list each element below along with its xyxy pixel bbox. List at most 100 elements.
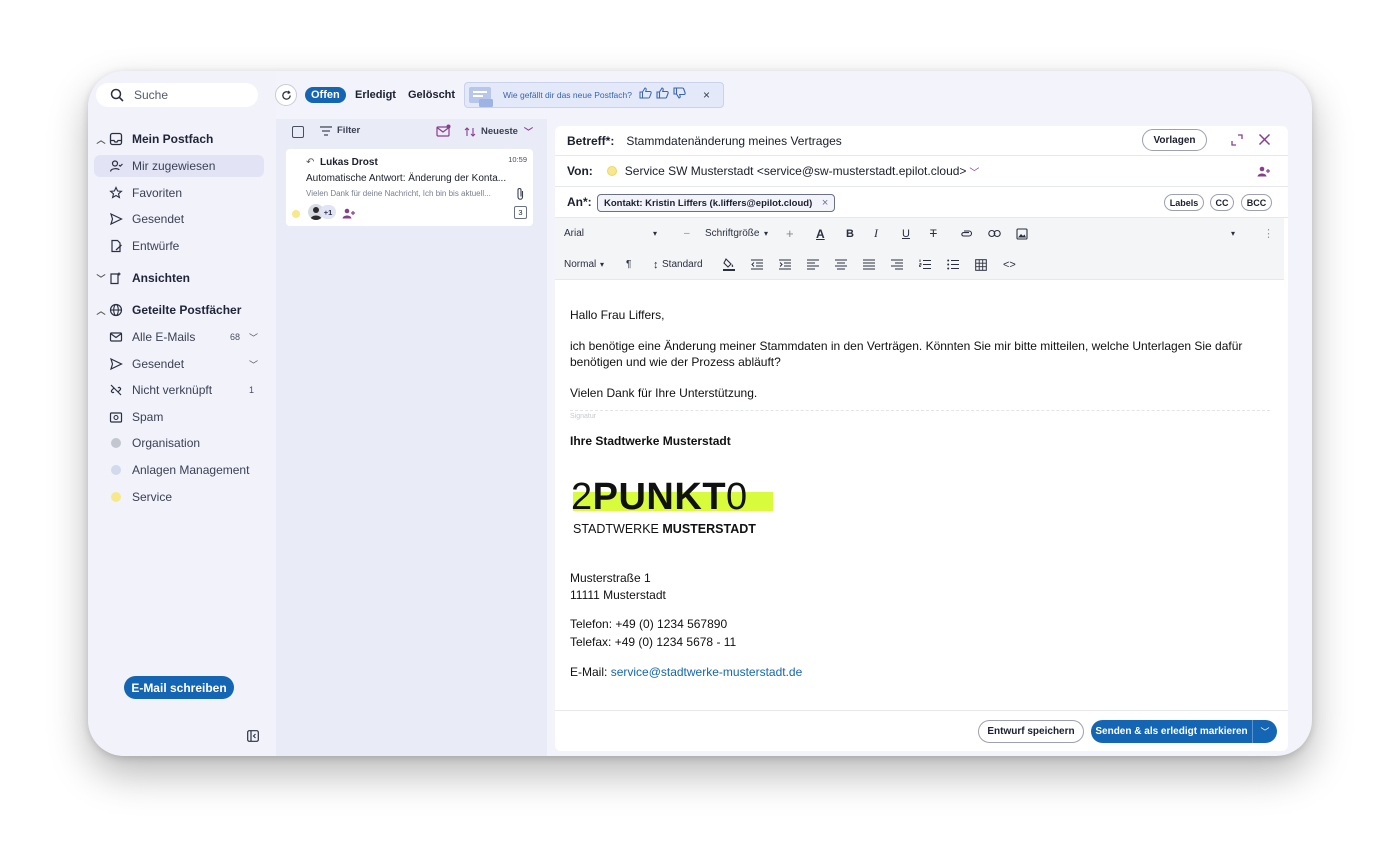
line-height-select[interactable]: Standard [662, 249, 703, 280]
templates-button[interactable]: Vorlagen [1142, 129, 1207, 151]
paragraph-style-select[interactable]: Normal [564, 249, 596, 280]
user-check-icon [108, 158, 124, 174]
italic-icon[interactable]: I [874, 218, 878, 249]
sidebar-item-organisation[interactable]: Organisation [94, 432, 264, 454]
remove-recipient-icon[interactable]: × [822, 197, 828, 209]
strikethrough-icon[interactable]: T [930, 218, 937, 249]
indent-icon[interactable] [779, 249, 791, 280]
align-center-icon[interactable] [835, 249, 847, 280]
expand-icon[interactable] [1231, 134, 1243, 149]
search-input[interactable]: Suche [96, 83, 258, 107]
assign-user-icon[interactable] [342, 206, 355, 224]
chevron-down-icon[interactable]: ﹀ [249, 331, 258, 344]
align-justify-icon[interactable] [863, 249, 875, 280]
font-color-icon[interactable]: A [816, 218, 825, 249]
sidebar-item-anlagen-management[interactable]: Anlagen Management [94, 459, 264, 481]
table-icon[interactable] [975, 249, 987, 280]
sidebar-item-alle-emails[interactable]: Alle E-Mails 68 ﹀ [94, 326, 264, 348]
link-icon[interactable] [988, 218, 1001, 249]
cc-button[interactable]: CC [1210, 194, 1234, 211]
views-icon [108, 270, 124, 286]
filter-button[interactable]: Filter [320, 125, 360, 136]
sort-label: Neueste [481, 126, 518, 137]
font-select[interactable]: Arial [564, 218, 584, 249]
mail-list-panel: Filter Neueste ﹀ ↶ Lukas Drost 10:59 Aut… [276, 119, 547, 756]
close-icon[interactable] [1258, 133, 1271, 149]
thumbs-up-icon[interactable] [656, 86, 670, 104]
sidebar-item-gesendet-shared[interactable]: Gesendet ﹀ [94, 353, 264, 375]
sidebar-item-favoriten[interactable]: Favoriten [94, 182, 264, 204]
tab-offen[interactable]: Offen [305, 87, 346, 103]
send-options-chevron-icon[interactable]: ﹀ [1253, 725, 1277, 738]
unlink-icon [108, 382, 124, 398]
caret-down-icon[interactable]: ▾ [1231, 218, 1235, 249]
chevron-down-icon: ﹀ [96, 273, 106, 284]
ordered-list-icon[interactable] [919, 249, 931, 280]
decrease-size-icon[interactable]: – [684, 218, 690, 249]
code-view-icon[interactable]: <> [1003, 249, 1016, 280]
bullet-list-icon[interactable] [947, 249, 959, 280]
collapse-sidebar-icon[interactable] [247, 729, 259, 747]
caret-down-icon[interactable]: ▾ [764, 218, 768, 249]
attachment-icon[interactable] [960, 218, 973, 249]
from-select[interactable]: Service SW Musterstadt <service@sw-muste… [625, 164, 967, 178]
labels-button[interactable]: Labels [1164, 194, 1204, 211]
bold-icon[interactable]: B [846, 218, 854, 249]
app-window: Suche ︿ Mein Postfach Mir zugewiesen Fav… [88, 71, 1312, 756]
sidebar-item-nicht-verknuepft[interactable]: Nicht verknüpft 1 [94, 379, 264, 401]
tab-erledigt[interactable]: Erledigt [349, 87, 402, 103]
sidebar-item-service[interactable]: Service [94, 486, 264, 508]
avatar-extra-count: +1 [320, 205, 336, 219]
sidebar-item-entwuerfe[interactable]: Entwürfe [94, 235, 264, 257]
recipient-chip[interactable]: Kontakt: Kristin Liffers (k.liffers@epil… [597, 194, 836, 212]
subject-input[interactable]: Stammdatenänderung meines Vertrages [626, 134, 841, 148]
more-options-icon[interactable]: ⋮ [1263, 218, 1274, 249]
chevron-down-icon[interactable]: ﹀ [969, 164, 979, 179]
select-all-checkbox[interactable] [292, 126, 304, 138]
increase-size-icon[interactable]: + [786, 218, 794, 249]
underline-icon[interactable]: U [902, 218, 910, 249]
section-mein-postfach[interactable]: ︿ Mein Postfach [94, 128, 264, 150]
logo-text: 2 [571, 476, 593, 518]
send-icon [108, 356, 124, 372]
outdent-icon[interactable] [751, 249, 763, 280]
chevron-down-icon[interactable]: ﹀ [249, 358, 258, 371]
sidebar-item-gesendet[interactable]: Gesendet [94, 208, 264, 230]
pilcrow-icon[interactable]: ¶ [626, 249, 631, 280]
font-size-select[interactable]: Schriftgröße [705, 218, 759, 249]
image-icon[interactable] [1016, 218, 1028, 249]
save-draft-button[interactable]: Entwurf speichern [978, 720, 1084, 743]
caret-down-icon[interactable]: ▾ [600, 249, 604, 280]
line-height-icon[interactable]: ↕ [653, 249, 659, 280]
signature-email-link[interactable]: service@stadtwerke-musterstadt.de [611, 665, 803, 679]
sidebar-item-spam[interactable]: Spam [94, 406, 264, 428]
caret-down-icon[interactable]: ▾ [653, 218, 657, 249]
thumbs-up-small-icon[interactable] [639, 86, 653, 104]
sidebar-item-mir-zugewiesen[interactable]: Mir zugewiesen [94, 155, 264, 177]
to-row: An*: Kontakt: Kristin Liffers (k.liffers… [555, 187, 1288, 218]
email-body-editor[interactable]: Hallo Frau Liffers, ich benötige eine Än… [570, 308, 1270, 679]
logo-text-end: 0 [726, 476, 748, 518]
section-ansichten[interactable]: ﹀ Ansichten [94, 267, 264, 289]
sort-button[interactable]: Neueste ﹀ [464, 125, 533, 138]
sidebar-item-label: Entwürfe [132, 239, 180, 253]
section-geteilte-postfaecher[interactable]: ︿ Geteilte Postfächer [94, 299, 264, 321]
align-right-icon[interactable] [891, 249, 903, 280]
tab-geloescht[interactable]: Gelöscht [402, 87, 461, 103]
thumbs-down-icon[interactable] [673, 86, 687, 104]
refresh-button[interactable] [275, 84, 297, 106]
align-left-icon[interactable] [807, 249, 819, 280]
reply-icon: ↶ [306, 157, 315, 168]
close-feedback-button[interactable]: × [703, 88, 710, 102]
bcc-button[interactable]: BCC [1241, 194, 1272, 211]
send-and-mark-done-button[interactable]: Senden & als erledigt markieren [1091, 720, 1253, 743]
compose-panel: Betreff*: Stammdatenänderung meines Vert… [555, 126, 1288, 751]
highlight-icon[interactable] [723, 249, 735, 280]
mark-unread-icon[interactable] [436, 124, 451, 142]
compose-email-button[interactable]: E-Mail schreiben [124, 676, 234, 699]
signature-email-label: E-Mail: [570, 665, 608, 679]
mail-list-item[interactable]: ↶ Lukas Drost 10:59 Automatische Antwort… [286, 149, 533, 226]
star-icon [108, 185, 124, 201]
add-user-icon[interactable] [1257, 166, 1270, 180]
to-label: An*: [567, 195, 592, 209]
